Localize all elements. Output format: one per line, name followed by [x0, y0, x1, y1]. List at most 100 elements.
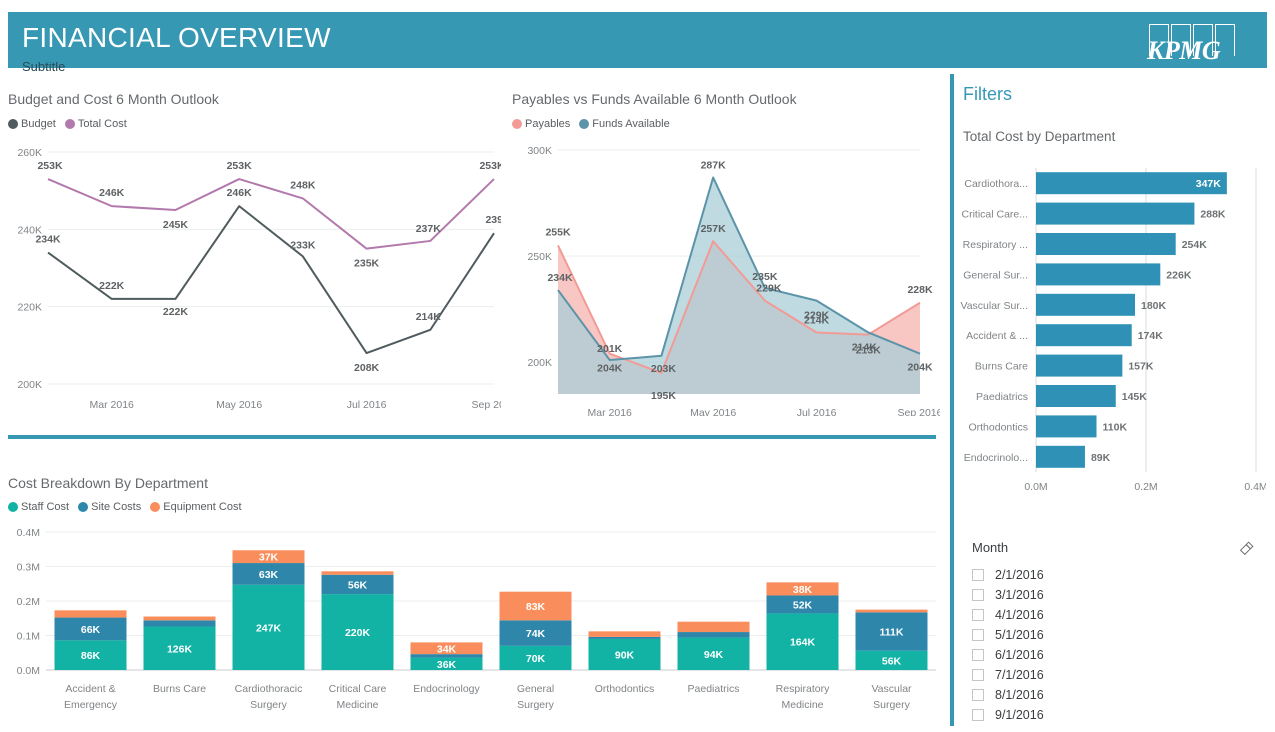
- month-checkbox[interactable]: [972, 629, 984, 641]
- month-checkbox[interactable]: [972, 589, 984, 601]
- month-option-7-1-2016[interactable]: 7/1/2016: [972, 665, 1262, 685]
- svg-text:164K: 164K: [790, 637, 816, 649]
- legend-item-budget[interactable]: Budget: [8, 118, 56, 130]
- svg-text:208K: 208K: [354, 362, 380, 374]
- svg-text:May 2016: May 2016: [690, 407, 736, 416]
- svg-text:250K: 250K: [527, 251, 552, 263]
- svg-text:239K: 239K: [485, 214, 501, 226]
- svg-text:0.2M: 0.2M: [1134, 481, 1157, 493]
- svg-text:253K: 253K: [479, 160, 501, 172]
- svg-text:347K: 347K: [1196, 178, 1222, 190]
- svg-text:235K: 235K: [752, 271, 778, 283]
- legend-item-total-cost[interactable]: Total Cost: [65, 118, 127, 130]
- svg-text:0.4M: 0.4M: [1244, 481, 1266, 493]
- svg-text:246K: 246K: [99, 187, 125, 199]
- svg-text:Respiratory: Respiratory: [776, 683, 830, 695]
- svg-text:300K: 300K: [527, 145, 552, 157]
- legend-dot-equipment-cost: [150, 502, 160, 512]
- legend-dot-site-costs: [78, 502, 88, 512]
- legend-dot-budget: [8, 119, 18, 129]
- svg-text:Orthodontics: Orthodontics: [968, 421, 1028, 433]
- svg-text:237K: 237K: [416, 223, 442, 235]
- month-checkbox[interactable]: [972, 689, 984, 701]
- svg-text:Paediatrics: Paediatrics: [688, 683, 740, 695]
- budget-cost-legend: Budget Total Cost: [8, 118, 127, 130]
- filters-title: Filters: [963, 84, 1012, 105]
- month-option-label: 8/1/2016: [995, 688, 1044, 702]
- svg-text:Sep 2016: Sep 2016: [898, 407, 940, 416]
- month-option-2-1-2016[interactable]: 2/1/2016: [972, 565, 1262, 585]
- legend-item-site-costs[interactable]: Site Costs: [78, 501, 141, 513]
- svg-text:Emergency: Emergency: [64, 699, 118, 711]
- cost-breakdown-chart-title: Cost Breakdown By Department: [8, 475, 208, 491]
- svg-text:203K: 203K: [651, 363, 677, 375]
- svg-text:Vascular Sur...: Vascular Sur...: [960, 300, 1028, 312]
- month-checkbox[interactable]: [972, 569, 984, 581]
- total-cost-by-department-plot: 0.0M0.2M0.4MCardiothora...347KCritical C…: [956, 154, 1266, 524]
- svg-text:52K: 52K: [793, 599, 813, 611]
- svg-text:74K: 74K: [526, 628, 546, 640]
- legend-label-total-cost: Total Cost: [78, 118, 127, 130]
- svg-text:200K: 200K: [17, 379, 42, 391]
- eraser-icon[interactable]: [1238, 539, 1254, 555]
- svg-text:254K: 254K: [1182, 239, 1208, 251]
- month-option-3-1-2016[interactable]: 3/1/2016: [972, 585, 1262, 605]
- svg-text:111K: 111K: [880, 627, 904, 639]
- svg-text:Surgery: Surgery: [250, 699, 288, 711]
- month-checkbox[interactable]: [972, 709, 984, 721]
- svg-text:220K: 220K: [345, 627, 371, 639]
- kpmg-logo-text: KPMG: [1147, 36, 1220, 66]
- legend-item-staff-cost[interactable]: Staff Cost: [8, 501, 69, 513]
- kpmg-logo: KPMG: [1143, 24, 1247, 64]
- svg-text:235K: 235K: [354, 258, 380, 270]
- month-option-5-1-2016[interactable]: 5/1/2016: [972, 625, 1262, 645]
- svg-text:287K: 287K: [701, 160, 727, 172]
- svg-text:63K: 63K: [259, 569, 279, 581]
- svg-text:255K: 255K: [545, 226, 571, 238]
- month-option-4-1-2016[interactable]: 4/1/2016: [972, 605, 1262, 625]
- svg-text:Vascular: Vascular: [871, 683, 912, 695]
- svg-text:Mar 2016: Mar 2016: [588, 407, 633, 416]
- svg-text:245K: 245K: [163, 219, 189, 231]
- svg-text:89K: 89K: [1091, 452, 1111, 464]
- month-checkbox[interactable]: [972, 669, 984, 681]
- legend-label-staff-cost: Staff Cost: [21, 501, 69, 513]
- cost-breakdown-plot: 0.0M0.1M0.2M0.3M0.4M86K66KAccident &Emer…: [6, 518, 941, 732]
- budget-cost-plot: 200K220K240K260K234K222K222K246K233K208K…: [6, 136, 501, 416]
- month-option-label: 7/1/2016: [995, 668, 1044, 682]
- svg-text:56K: 56K: [348, 579, 368, 591]
- payables-funds-chart: Payables vs Funds Available 6 Month Outl…: [510, 86, 940, 416]
- svg-text:222K: 222K: [163, 306, 189, 318]
- svg-text:248K: 248K: [290, 179, 316, 191]
- month-checkbox[interactable]: [972, 609, 984, 621]
- dept-chart-title: Total Cost by Department: [963, 129, 1115, 144]
- svg-text:214K: 214K: [416, 311, 442, 323]
- svg-text:126K: 126K: [167, 643, 193, 655]
- month-option-label: 3/1/2016: [995, 588, 1044, 602]
- svg-text:Critical Care...: Critical Care...: [961, 209, 1028, 221]
- legend-dot-payables: [512, 119, 522, 129]
- svg-text:83K: 83K: [526, 601, 546, 613]
- svg-text:0.3M: 0.3M: [17, 562, 40, 574]
- svg-text:Medicine: Medicine: [336, 699, 378, 711]
- month-option-9-1-2016[interactable]: 9/1/2016: [972, 705, 1262, 725]
- svg-text:Critical Care: Critical Care: [329, 683, 387, 695]
- filters-panel: Filters Total Cost by Department 0.0M0.2…: [950, 74, 1270, 726]
- svg-text:Mar 2016: Mar 2016: [90, 399, 135, 411]
- month-option-8-1-2016[interactable]: 8/1/2016: [972, 685, 1262, 705]
- svg-text:195K: 195K: [651, 390, 677, 402]
- svg-text:233K: 233K: [290, 239, 316, 251]
- svg-text:257K: 257K: [701, 223, 727, 235]
- month-filter: Month 2/1/2016 3/1/2016 4/1/20165/1/20166/…: [972, 539, 1262, 725]
- svg-text:204K: 204K: [597, 363, 623, 375]
- svg-text:56K: 56K: [882, 655, 902, 667]
- legend-item-equipment-cost[interactable]: Equipment Cost: [150, 501, 241, 513]
- month-checkbox[interactable]: [972, 649, 984, 661]
- month-filter-label: Month: [972, 540, 1008, 555]
- month-option-6-1-2016[interactable]: 6/1/2016: [972, 645, 1262, 665]
- svg-text:226K: 226K: [1166, 269, 1192, 281]
- legend-label-payables: Payables: [525, 118, 570, 130]
- legend-item-funds-available[interactable]: Funds Available: [579, 118, 669, 130]
- svg-text:Jul 2016: Jul 2016: [347, 399, 387, 411]
- legend-item-payables[interactable]: Payables: [512, 118, 570, 130]
